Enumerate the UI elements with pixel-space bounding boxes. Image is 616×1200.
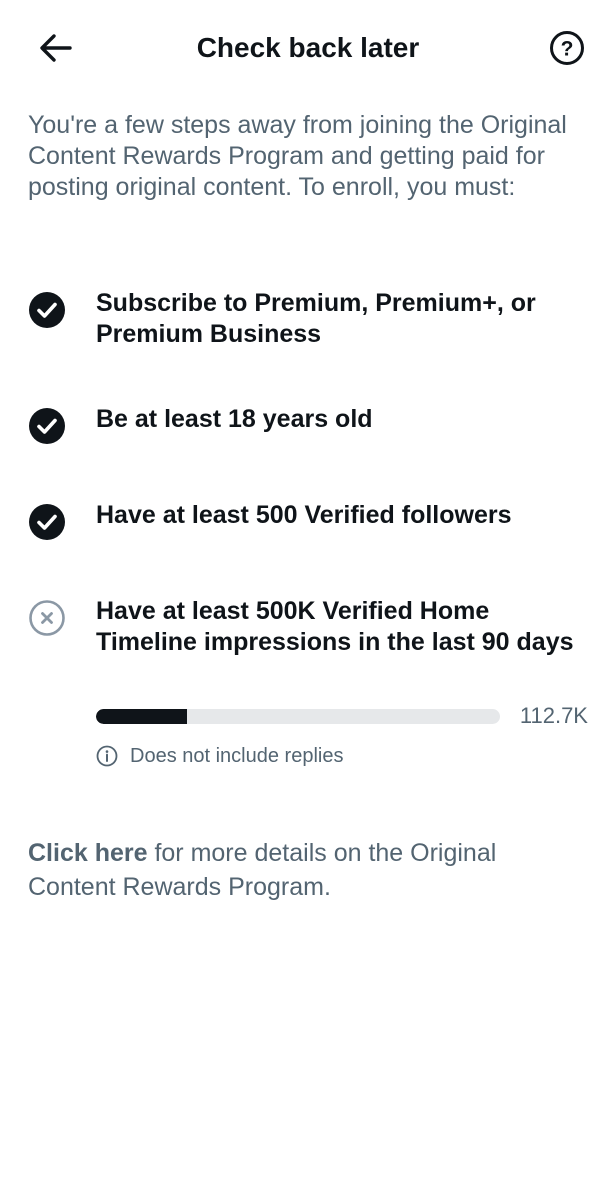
progress-note: Does not include replies — [96, 742, 496, 770]
details-link[interactable]: Click here — [28, 839, 148, 867]
progress-fill — [96, 709, 188, 724]
requirement-item: Have at least 500 Verified followers — [28, 500, 588, 540]
check-circle-icon — [29, 504, 65, 540]
requirement-label: Have at least 500 Verified followers — [96, 501, 512, 529]
svg-text:?: ? — [561, 38, 574, 61]
top-bar: Check back later ? — [0, 0, 616, 96]
requirement-item: Subscribe to Premium, Premium+, or Premi… — [28, 288, 588, 352]
x-circle-icon — [29, 600, 65, 636]
help-button[interactable]: ? — [549, 30, 585, 66]
info-icon — [96, 745, 118, 767]
check-circle-icon — [29, 408, 65, 444]
requirement-label: Be at least 18 years old — [96, 405, 373, 433]
footer-text: Click here for more details on the Origi… — [28, 836, 568, 904]
question-circle-icon: ? — [550, 31, 584, 65]
page-title: Check back later — [196, 32, 420, 63]
requirement-item: Have at least 500K Verified Home Timelin… — [28, 596, 588, 692]
requirement-label: Have at least 500K Verified Home Timelin… — [96, 597, 574, 656]
requirement-label: Subscribe to Premium, Premium+, or Premi… — [96, 289, 536, 348]
requirement-item: Be at least 18 years old — [28, 404, 588, 444]
progress-track — [96, 709, 500, 724]
intro-text: You're a few steps away from joining the… — [28, 111, 567, 201]
impressions-progress: 112.7K — [96, 702, 592, 730]
check-circle-icon — [29, 292, 65, 328]
progress-note-text: Does not include replies — [130, 745, 344, 767]
progress-value: 112.7K — [519, 703, 588, 728]
